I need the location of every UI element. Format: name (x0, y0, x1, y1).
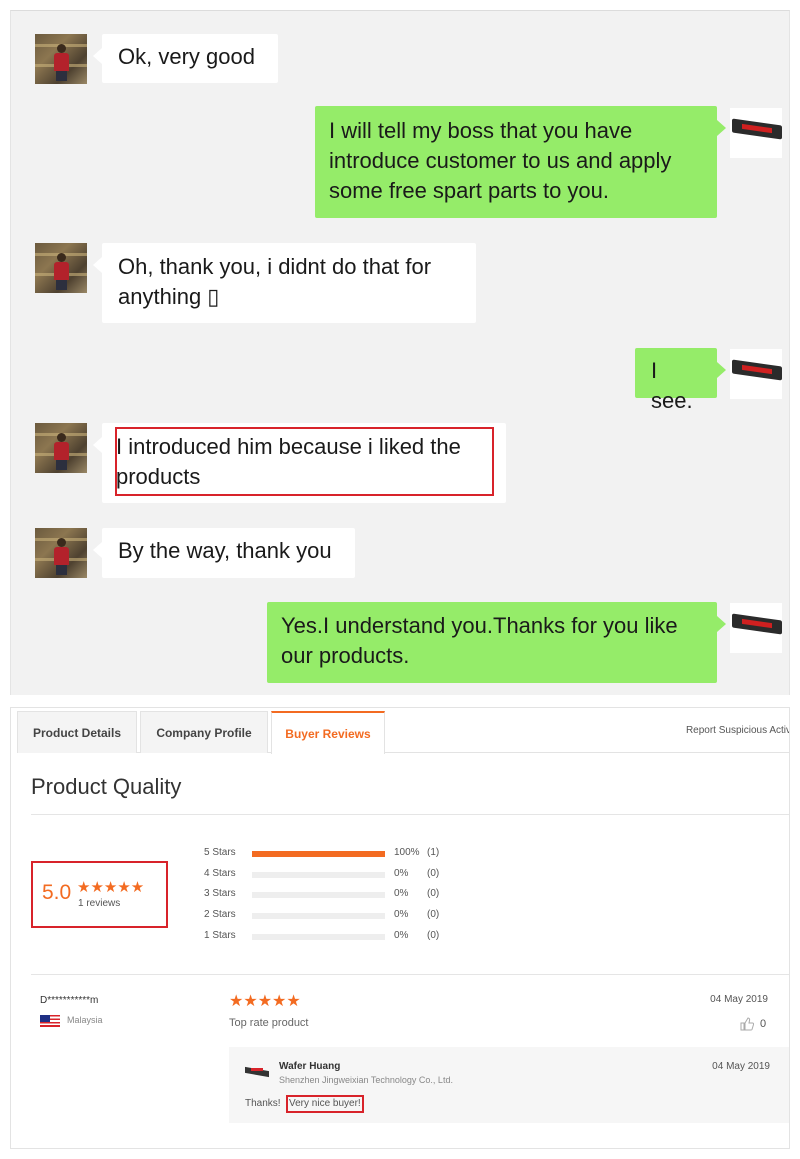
like-count: 0 (760, 1018, 767, 1030)
rating-row-percent: 0% (394, 867, 409, 879)
rating-score: 5.0 (42, 881, 72, 904)
contact-avatar-icon[interactable] (35, 423, 87, 473)
divider (31, 814, 789, 815)
review-date: 04 May 2019 (710, 994, 768, 1005)
rating-row-percent: 100% (394, 847, 420, 858)
chat-message-outgoing: I will tell my boss that you have introd… (315, 106, 726, 218)
rating-row-label: 1 Stars (204, 929, 236, 941)
contact-avatar-icon[interactable] (35, 528, 87, 578)
machine-avatar-icon[interactable] (730, 349, 782, 399)
chat-panel: Ok, very good I will tell my boss that y… (10, 10, 790, 695)
chat-message-incoming: Oh, thank you, i didnt do that for anyth… (93, 243, 476, 323)
rating-row-label: 4 Stars (204, 867, 236, 879)
reply-highlight: Very nice buyer! (286, 1095, 364, 1113)
chat-message-incoming: Ok, very good (93, 34, 278, 83)
review-count: 1 reviews (78, 898, 121, 909)
rating-row-label: 5 Stars (204, 847, 236, 858)
rating-bar (252, 913, 385, 920)
tab-product-details[interactable]: Product Details (17, 711, 137, 753)
rating-row-percent: 0% (394, 929, 409, 941)
machine-avatar-icon[interactable] (730, 603, 782, 653)
rating-bar (252, 933, 385, 940)
tab-bar: Product Details Company Profile Buyer Re… (17, 711, 789, 754)
rating-row-count: (0) (427, 888, 440, 900)
rating-row-count: (0) (427, 867, 440, 879)
tab-company-profile[interactable]: Company Profile (140, 711, 268, 753)
machine-avatar-icon[interactable] (730, 108, 782, 158)
rating-bar (252, 871, 385, 878)
rating-row-percent: 0% (394, 909, 409, 921)
rating-bar-fill (252, 851, 385, 857)
reply-thanks: Thanks! (245, 1098, 281, 1109)
chat-message-incoming: By the way, thank you (93, 528, 355, 578)
rating-row-count: (1) (427, 847, 440, 858)
reply-author: Wafer Huang (279, 1061, 341, 1072)
rating-row-count: (0) (427, 929, 440, 941)
chat-message-outgoing: I see. (635, 348, 726, 413)
rating-row-count: (0) (427, 909, 440, 921)
seller-reply: Wafer Huang Shenzhen Jingweixian Technol… (229, 1047, 789, 1123)
company-logo-icon (245, 1065, 269, 1079)
reply-company: Shenzhen Jingweixian Technology Co., Ltd… (279, 1075, 453, 1085)
reviewer-country: Malaysia (67, 1015, 103, 1025)
chat-message-outgoing: Yes.I understand you.Thanks for you like… (267, 602, 726, 683)
tab-buyer-reviews[interactable]: Buyer Reviews (271, 711, 385, 754)
section-title: Product Quality (31, 774, 182, 799)
star-icon: ★★★★★ (77, 879, 145, 896)
review-text: Top rate product (229, 1017, 309, 1029)
reviews-panel: Product Details Company Profile Buyer Re… (10, 707, 790, 1149)
divider (31, 974, 789, 975)
report-suspicious-activity-link[interactable]: Report Suspicious Activ (686, 725, 789, 736)
rating-row-percent: 0% (394, 888, 409, 900)
rating-bar (252, 851, 385, 857)
star-icon: ★★★★★ (229, 993, 301, 1010)
malaysia-flag-icon (40, 1015, 60, 1027)
rating-row-label: 3 Stars (204, 888, 236, 900)
contact-avatar-icon[interactable] (35, 243, 87, 293)
rating-row-label: 2 Stars (204, 909, 236, 921)
rating-bar (252, 892, 385, 899)
reply-date: 04 May 2019 (712, 1061, 770, 1072)
thumbs-up-icon[interactable] (740, 1017, 755, 1034)
contact-avatar-icon[interactable] (35, 34, 87, 84)
rating-summary: 5.0 ★★★★★ 1 reviews (31, 861, 168, 928)
highlight-box (115, 427, 494, 496)
reviewer-name: D***********m (40, 995, 99, 1006)
